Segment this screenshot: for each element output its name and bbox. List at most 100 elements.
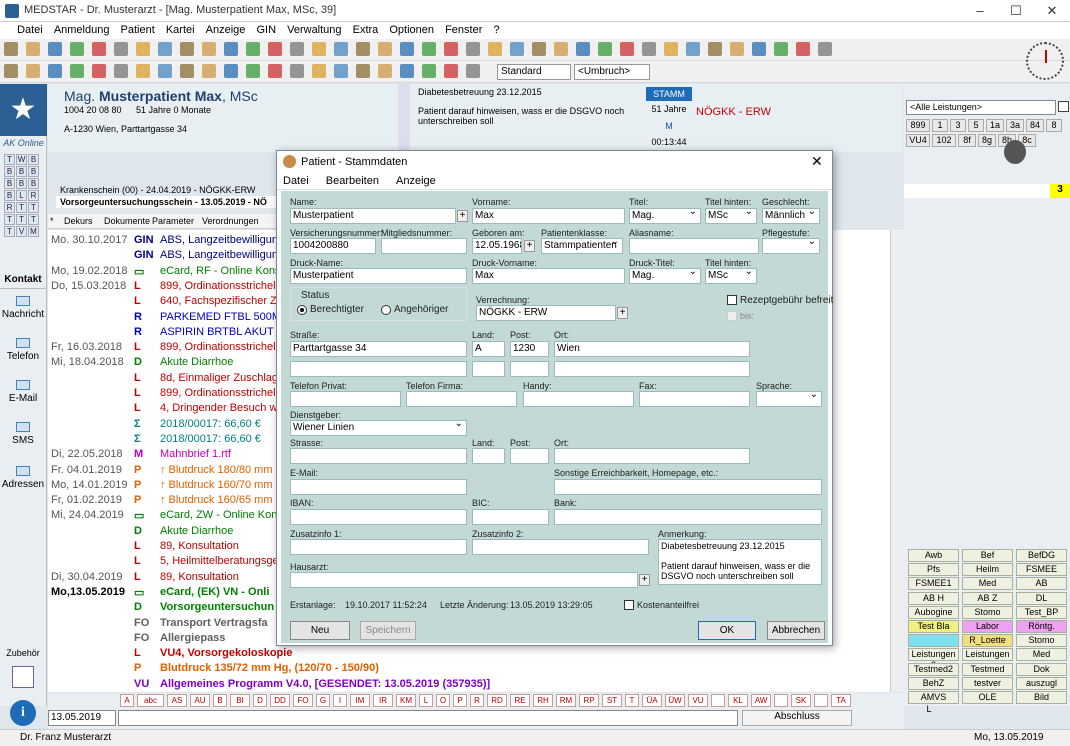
land-field[interactable]: A (472, 341, 505, 357)
leistung-button[interactable]: Awb (908, 549, 959, 562)
ort-field[interactable]: Wien (554, 341, 750, 357)
toolbar-icon[interactable] (488, 42, 502, 56)
leistung-button[interactable]: Aubogine (908, 605, 959, 619)
kartei-key-button[interactable]: R (470, 694, 484, 707)
toolbar-icon[interactable] (356, 42, 370, 56)
toolbar-icon[interactable] (224, 64, 238, 78)
mitglied-field[interactable] (381, 238, 467, 254)
toolbar-icon[interactable] (334, 42, 348, 56)
toolbar-icon[interactable] (246, 64, 260, 78)
sidebar-item-sms[interactable]: SMS (0, 422, 46, 446)
code-button[interactable]: 8f (958, 134, 976, 147)
kartei-key-button[interactable]: DD (270, 694, 290, 707)
anmerkung-textarea[interactable]: Diabetesbetreuung 23.12.2015 Patient dar… (658, 539, 822, 585)
tab-2[interactable]: Dokumente (104, 216, 150, 226)
post2-field[interactable] (510, 361, 549, 377)
toolbar-icon[interactable] (4, 64, 18, 78)
code-button[interactable]: 3a (1006, 119, 1024, 132)
zusatz1-field[interactable] (290, 539, 467, 555)
code-button[interactable]: VU4 (906, 134, 930, 147)
rezept-checkbox[interactable] (727, 295, 737, 305)
kartei-key-button[interactable] (711, 694, 725, 707)
tab-3[interactable]: Parameter (152, 216, 194, 226)
list-scrollbar[interactable] (890, 230, 904, 692)
bic-field[interactable] (472, 509, 549, 525)
geboren-field[interactable]: 12.05.1968 (472, 238, 522, 254)
zusatz2-field[interactable] (472, 539, 649, 555)
kartei-key-button[interactable]: KM (396, 694, 416, 707)
leistung-button[interactable]: Testmed2 (908, 662, 959, 676)
dialog-menu-bearbeiten[interactable]: Bearbeiten (320, 173, 387, 187)
code-button[interactable]: 1a (986, 119, 1004, 132)
quick-grid-button[interactable]: T (28, 214, 39, 225)
minimize-button[interactable]: – (962, 0, 998, 22)
toolbar-icon[interactable] (466, 64, 480, 78)
sprache-select[interactable] (756, 391, 822, 407)
dialog-menu-anzeige[interactable]: Anzeige (390, 173, 444, 187)
toolbar-icon[interactable] (466, 42, 480, 56)
kartei-key-button[interactable]: ÜW (665, 694, 685, 707)
style-select[interactable]: Standard (497, 64, 571, 80)
leistung-button[interactable]: AB (1016, 577, 1067, 591)
toolbar-icon[interactable] (246, 42, 260, 56)
kartei-key-button[interactable]: FO (293, 694, 313, 707)
leistung-button[interactable]: OLE (962, 691, 1013, 704)
berechtigter-radio[interactable] (297, 305, 307, 315)
quick-grid-button[interactable]: B (28, 154, 39, 165)
dg-post-field[interactable] (510, 448, 549, 464)
kartei-key-button[interactable]: B (213, 694, 227, 707)
menu-gin[interactable]: GIN (256, 22, 284, 36)
email-field[interactable] (290, 479, 467, 495)
toolbar-icon[interactable] (136, 42, 150, 56)
entry-input[interactable] (118, 710, 738, 726)
menu-datei[interactable]: Datei (17, 22, 51, 36)
code-button[interactable]: 84 (1026, 119, 1044, 132)
zubehoer-label[interactable]: Zubehör (0, 648, 46, 658)
toolbar-icon[interactable] (48, 64, 62, 78)
kartei-key-button[interactable]: RH (533, 694, 553, 707)
leistung-button[interactable]: Pfs (908, 563, 959, 577)
menu-help[interactable]: ? (493, 22, 507, 36)
quick-grid-button[interactable]: T (16, 214, 27, 225)
menu-verwaltung[interactable]: Verwaltung (287, 22, 349, 36)
vorname-field[interactable]: Max (472, 208, 625, 224)
toolbar-icon[interactable] (686, 42, 700, 56)
kartei-key-button[interactable]: AW (751, 694, 771, 707)
toolbar-icon[interactable] (290, 42, 304, 56)
titel-hinten-select[interactable]: MSc (705, 208, 757, 224)
geschlecht-select[interactable]: Männlich (762, 208, 820, 224)
fax-field[interactable] (639, 391, 750, 407)
toolbar-icon[interactable] (422, 42, 436, 56)
quick-grid-button[interactable]: T (4, 226, 15, 237)
toolbar-icon[interactable] (224, 42, 238, 56)
dg-land-field[interactable] (472, 448, 505, 464)
toolbar-icon[interactable] (180, 64, 194, 78)
tab-1[interactable]: Dekurs (64, 216, 93, 226)
kartei-key-button[interactable]: SK (791, 694, 811, 707)
post-field[interactable]: 1230 (510, 341, 549, 357)
code-button[interactable]: 3 (950, 119, 966, 132)
leistung-button[interactable] (908, 634, 959, 648)
toolbar-icon[interactable] (818, 42, 832, 56)
toolbar-icon[interactable] (4, 42, 18, 56)
tab-4[interactable]: Verordnungen (202, 216, 259, 226)
quick-grid-button[interactable]: R (4, 202, 15, 213)
maximize-button[interactable]: ☐ (998, 0, 1034, 22)
close-button[interactable]: ✕ (1034, 0, 1070, 22)
hausarzt-add-button[interactable]: + (639, 574, 650, 586)
toolbar-icon[interactable] (444, 64, 458, 78)
toolbar-icon[interactable] (532, 42, 546, 56)
neu-button[interactable]: Neu (290, 621, 350, 640)
toolbar-icon[interactable] (114, 64, 128, 78)
code-button[interactable]: 8g (978, 134, 996, 147)
toolbar-icon[interactable] (708, 42, 722, 56)
note-scrollbar[interactable] (398, 84, 410, 150)
toolbar-icon[interactable] (268, 64, 282, 78)
toolbar-icon[interactable] (92, 64, 106, 78)
kartei-key-button[interactable]: T (625, 694, 639, 707)
toolbar-icon[interactable] (774, 42, 788, 56)
toolbar-icon[interactable] (136, 64, 150, 78)
toolbar-icon[interactable] (70, 42, 84, 56)
date-input[interactable]: 13.05.2019 (48, 710, 116, 726)
tab-0[interactable]: * (50, 216, 54, 226)
